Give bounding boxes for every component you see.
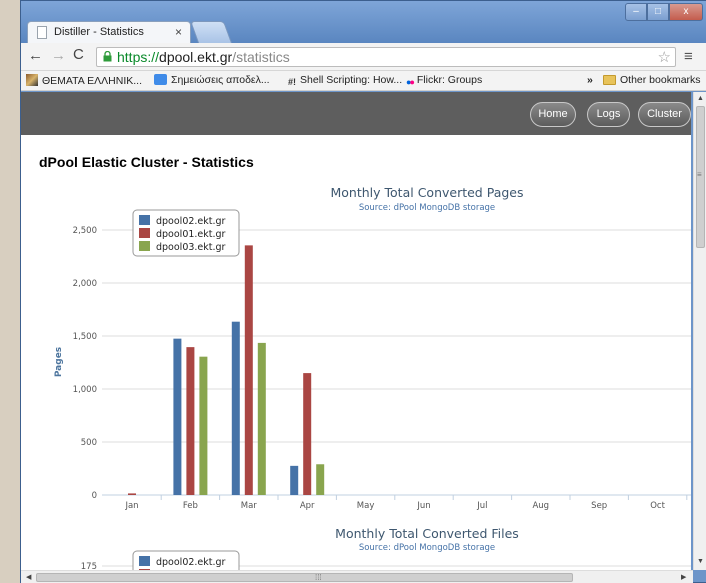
bar-dpool01-mar: [244, 245, 253, 495]
page-icon: [37, 26, 47, 39]
x-tick-label: Jul: [476, 501, 487, 511]
legend-label: dpool02.ekt.gr: [156, 557, 226, 568]
bookmark-label: Flickr: Groups: [416, 74, 483, 86]
scroll-up-arrow-icon[interactable]: ▲: [697, 95, 704, 102]
y-tick-label: 500: [81, 438, 97, 448]
url-text: https://dpool.ekt.gr/statistics: [117, 49, 290, 65]
x-tick-label: Jan: [124, 501, 138, 511]
x-tick-label: Jun: [416, 501, 430, 511]
scroll-left-arrow-icon[interactable]: ◀: [26, 573, 31, 581]
bar-dpool03-mar: [257, 342, 266, 495]
tab-statistics[interactable]: Distiller - Statistics ×: [27, 21, 191, 43]
bookmark-label: Σημειώσεις αποδελ...: [171, 74, 270, 86]
statistics-charts: Monthly Total Converted Pages Source: dPo…: [54, 185, 691, 570]
tab-title: Distiller - Statistics: [54, 26, 144, 38]
legend-swatch: [139, 241, 150, 251]
nav-home-button[interactable]: Home: [530, 102, 576, 127]
vertical-scrollbar[interactable]: ▲ ≡ ▼: [693, 92, 706, 570]
scroll-grip-icon: ⁞⁞⁞: [315, 573, 322, 582]
scroll-grip-icon: ≡: [697, 170, 702, 179]
tab-close-icon[interactable]: ×: [175, 25, 182, 39]
bar-dpool01-feb: [186, 347, 195, 495]
bar-dpool02-apr: [290, 465, 299, 495]
browser-toolbar: ← → C https://dpool.ekt.gr/statistics ☆ …: [21, 43, 706, 71]
minimize-button[interactable]: –: [625, 3, 647, 21]
y-tick-label: 2,500: [73, 226, 97, 236]
legend-swatch: [139, 556, 150, 566]
hamburger-menu-icon[interactable]: ≡: [684, 48, 693, 65]
bookmark-item[interactable]: ΘΕΜΑΤΑ ΕΛΛΗΝΙΚ...: [26, 74, 142, 87]
y-tick-label: 2,000: [73, 279, 97, 289]
y-tick-label: 1,500: [73, 332, 97, 342]
bookmark-label: Shell Scripting: How...: [300, 74, 403, 86]
forward-arrow-icon[interactable]: →: [51, 47, 66, 64]
other-bookmarks-label: Other bookmarks: [620, 74, 701, 86]
flickr-icon: ●●: [406, 77, 415, 87]
photo-favicon-icon: [26, 74, 38, 86]
x-tick-label: Apr: [300, 501, 315, 511]
horizontal-scroll-thumb[interactable]: ⁞⁞⁞: [36, 573, 573, 582]
legend-label: dpool02.ekt.gr: [156, 216, 226, 227]
bar-dpool03-apr: [316, 464, 325, 495]
x-tick-label: Oct: [650, 501, 665, 511]
bar-dpool02-mar: [231, 321, 240, 495]
horizontal-scrollbar[interactable]: ◀ ⁞⁞⁞ ▶: [21, 570, 693, 583]
legend-label: dpool03.ekt.gr: [156, 242, 226, 253]
lock-icon: [103, 51, 112, 62]
more-bookmarks-chevron-icon[interactable]: »: [587, 74, 593, 86]
x-tick-label: Aug: [532, 501, 549, 511]
x-tick-label: Mar: [241, 501, 258, 511]
legend-label: dpool01.ekt.gr: [156, 229, 226, 240]
back-arrow-icon[interactable]: ←: [28, 47, 43, 64]
page-viewport: Home Logs Cluster dPool Elastic Cluster …: [21, 92, 691, 570]
x-tick-label: May: [357, 501, 375, 511]
chart2-title: Monthly Total Converted Files: [335, 526, 519, 541]
url-path: /statistics: [232, 49, 290, 65]
bookmark-label: ΘΕΜΑΤΑ ΕΛΛΗΝΙΚ...: [42, 75, 142, 87]
folder-icon: [603, 75, 616, 85]
y-axis-label: Pages: [54, 347, 64, 377]
browser-window: Distiller - Statistics × – □ x ← → C htt…: [20, 0, 706, 583]
bar-dpool01-jan: [128, 493, 136, 495]
bookmark-item[interactable]: ●● Flickr: Groups: [406, 74, 482, 87]
new-tab-button[interactable]: [189, 21, 233, 43]
chart-title: Monthly Total Converted Pages: [331, 185, 524, 200]
x-tick-label: Feb: [183, 501, 198, 511]
y-tick-label: 0: [92, 491, 97, 501]
y-tick-label: 175: [81, 562, 97, 570]
bookmarks-bar: ΘΕΜΑΤΑ ΕΛΛΗΝΙΚ... Σημειώσεις αποδελ... #…: [21, 71, 706, 91]
x-tick-label: Sep: [591, 501, 607, 511]
nav-cluster-button[interactable]: Cluster: [638, 102, 691, 127]
page-title: dPool Elastic Cluster - Statistics: [39, 154, 254, 170]
bookmark-item[interactable]: #! Shell Scripting: How...: [288, 74, 402, 87]
url-scheme: https://: [117, 49, 160, 65]
bar-dpool03-feb: [199, 356, 208, 495]
bar-dpool02-feb: [173, 338, 182, 495]
bookmark-item[interactable]: Σημειώσεις αποδελ...: [154, 74, 270, 86]
tab-strip: Distiller - Statistics × – □ x: [21, 1, 706, 43]
hash-icon: #!: [288, 77, 297, 87]
close-window-button[interactable]: x: [669, 3, 703, 21]
maximize-button[interactable]: □: [647, 3, 669, 21]
y-tick-label: 1,000: [73, 385, 97, 395]
address-bar[interactable]: https://dpool.ekt.gr/statistics ☆: [96, 47, 676, 67]
scroll-down-arrow-icon[interactable]: ▼: [697, 558, 704, 565]
chart-subtitle: Source: dPool MongoDB storage: [359, 203, 495, 213]
chart2-subtitle: Source: dPool MongoDB storage: [359, 543, 495, 553]
other-bookmarks-folder[interactable]: Other bookmarks: [603, 74, 701, 86]
legend-swatch: [139, 215, 150, 225]
site-navbar: Home Logs Cluster: [21, 92, 691, 135]
docs-icon: [154, 74, 167, 85]
legend-swatch: [139, 228, 150, 238]
nav-logs-button[interactable]: Logs: [587, 102, 630, 127]
reload-icon[interactable]: C: [73, 46, 84, 63]
url-host: dpool.ekt.gr: [159, 49, 233, 65]
scroll-right-arrow-icon[interactable]: ▶: [681, 573, 686, 581]
bookmark-star-icon[interactable]: ☆: [658, 48, 671, 66]
bar-dpool01-apr: [303, 373, 312, 495]
